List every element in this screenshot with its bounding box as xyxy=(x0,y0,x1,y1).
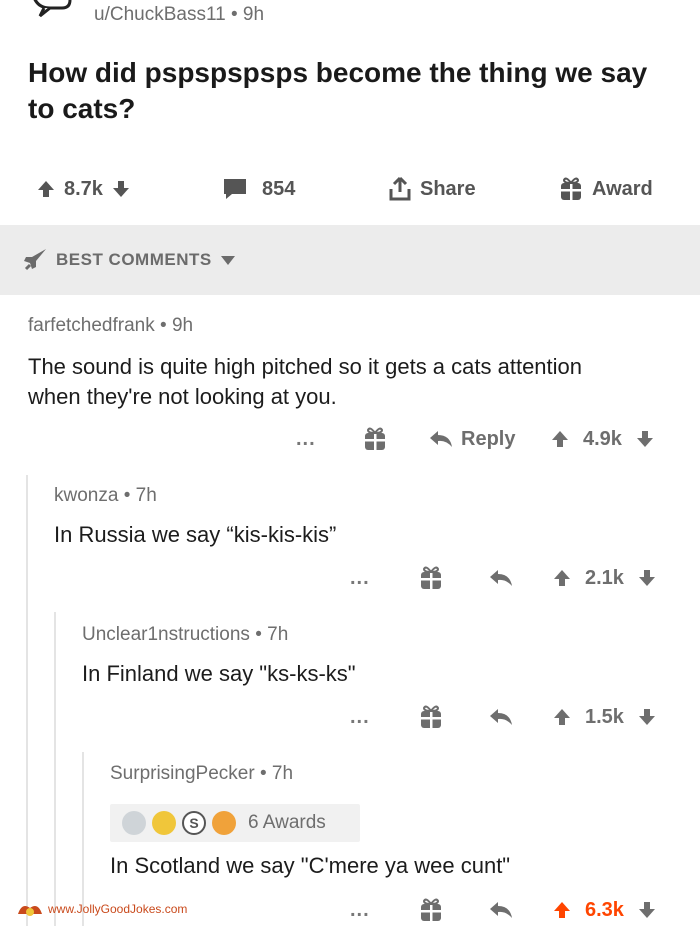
post-vote-count: 8.7k xyxy=(64,177,103,200)
upvote-icon[interactable] xyxy=(552,900,572,920)
upvote-icon[interactable] xyxy=(552,568,572,588)
comment-author[interactable]: SurprisingPecker xyxy=(110,763,255,784)
downvote-icon[interactable] xyxy=(637,707,657,727)
reply-arrow-icon[interactable] xyxy=(488,895,514,925)
comment-vote-count: 4.9k xyxy=(583,427,622,450)
comment-author[interactable]: kwonza xyxy=(54,485,118,506)
comment-actions: ... 2.1k xyxy=(0,563,700,593)
post-vote-group: 8.7k xyxy=(36,172,131,206)
downvote-icon[interactable] xyxy=(635,429,655,449)
reply-label: Reply xyxy=(461,427,516,450)
award-icon xyxy=(212,811,236,835)
comment-actions: ... 1.5k xyxy=(0,702,700,732)
sort-label: BEST COMMENTS xyxy=(56,250,212,269)
thread-line[interactable] xyxy=(26,475,28,926)
awards-count: 6 Awards xyxy=(248,812,326,833)
speech-bubble-icon xyxy=(33,0,72,18)
post-author[interactable]: u/ChuckBass11 xyxy=(94,4,226,25)
comment-actions: ... Reply 4.9k xyxy=(0,424,700,454)
watermark-text: www.JollyGoodJokes.com xyxy=(48,902,188,916)
comment-age: 7h xyxy=(135,485,157,506)
post-actions-bar: 8.7k 854 Share Award xyxy=(0,172,700,206)
gift-icon xyxy=(561,177,581,200)
share-button[interactable]: Share xyxy=(388,172,476,206)
reply-arrow-icon[interactable] xyxy=(488,702,514,732)
thread-line[interactable] xyxy=(54,612,56,926)
more-icon[interactable]: ... xyxy=(350,563,370,593)
comment-meta: SurprisingPecker • 7h xyxy=(110,763,294,784)
share-label: Share xyxy=(420,177,476,200)
more-icon[interactable]: ... xyxy=(350,702,370,732)
reply-button[interactable]: Reply xyxy=(428,424,515,454)
award-button[interactable]: Award xyxy=(558,172,653,206)
upvote-icon[interactable] xyxy=(550,429,570,449)
post-age: 9h xyxy=(242,4,265,25)
post-title[interactable]: How did pspspspsps become the thing we s… xyxy=(28,55,678,127)
post-comment-count: 854 xyxy=(262,177,296,200)
post-meta: u/ChuckBass11 • 9h xyxy=(94,4,265,25)
comment-vote-group: 4.9k xyxy=(550,424,655,454)
comment-body: In Scotland we say "C'mere ya wee cunt" xyxy=(110,853,511,878)
comment-author[interactable]: farfetchedfrank xyxy=(28,315,155,336)
more-icon[interactable]: ... xyxy=(350,895,370,925)
upvote-icon[interactable] xyxy=(552,707,572,727)
gift-icon[interactable] xyxy=(418,895,444,925)
reply-arrow-icon[interactable] xyxy=(488,563,514,593)
comment-body: In Russia we say “kis-kis-kis” xyxy=(54,522,337,547)
comment-icon xyxy=(224,179,246,199)
rocket-icon xyxy=(24,249,46,271)
comment-vote-group: 1.5k xyxy=(552,702,657,732)
comment-author[interactable]: Unclear1nstructions xyxy=(82,624,250,645)
comment-vote-count: 2.1k xyxy=(585,566,624,589)
gift-icon[interactable] xyxy=(418,563,444,593)
caret-down-icon xyxy=(220,256,235,265)
gift-icon[interactable] xyxy=(362,424,388,454)
silver-award-icon: S xyxy=(182,811,206,835)
awards-box[interactable]: S 6 Awards xyxy=(110,804,360,842)
comment-age: 7h xyxy=(267,624,289,645)
award-label: Award xyxy=(592,177,653,200)
gift-icon[interactable] xyxy=(418,702,444,732)
post-comments-button[interactable]: 854 xyxy=(222,172,295,206)
comment-vote-count: 1.5k xyxy=(585,705,624,728)
comment-meta: Unclear1nstructions • 7h xyxy=(82,624,289,645)
comment-meta: kwonza • 7h xyxy=(54,485,157,506)
downvote-icon[interactable] xyxy=(111,179,131,199)
share-icon xyxy=(389,176,411,201)
award-icon xyxy=(152,811,176,835)
comment-meta: farfetchedfrank • 9h xyxy=(28,315,194,336)
comment-age: 7h xyxy=(271,763,294,784)
downvote-icon[interactable] xyxy=(637,900,657,920)
comment-age: 9h xyxy=(171,315,194,336)
comment-vote-group: 6.3k xyxy=(552,895,657,925)
sort-bar[interactable]: BEST COMMENTS xyxy=(0,225,700,295)
downvote-icon[interactable] xyxy=(637,568,657,588)
comment-body: In Finland we say "ks-ks-ks" xyxy=(82,661,356,686)
comment-body: The sound is quite high pitched so it ge… xyxy=(28,354,583,409)
award-icon xyxy=(122,811,146,835)
more-icon[interactable]: ... xyxy=(296,424,316,454)
comment-vote-count: 6.3k xyxy=(585,898,624,921)
comment-vote-group: 2.1k xyxy=(552,563,657,593)
reply-arrow-icon xyxy=(430,431,452,447)
upvote-icon[interactable] xyxy=(36,179,56,199)
watermark: www.JollyGoodJokes.com xyxy=(16,900,187,918)
jester-logo-icon xyxy=(18,906,42,916)
